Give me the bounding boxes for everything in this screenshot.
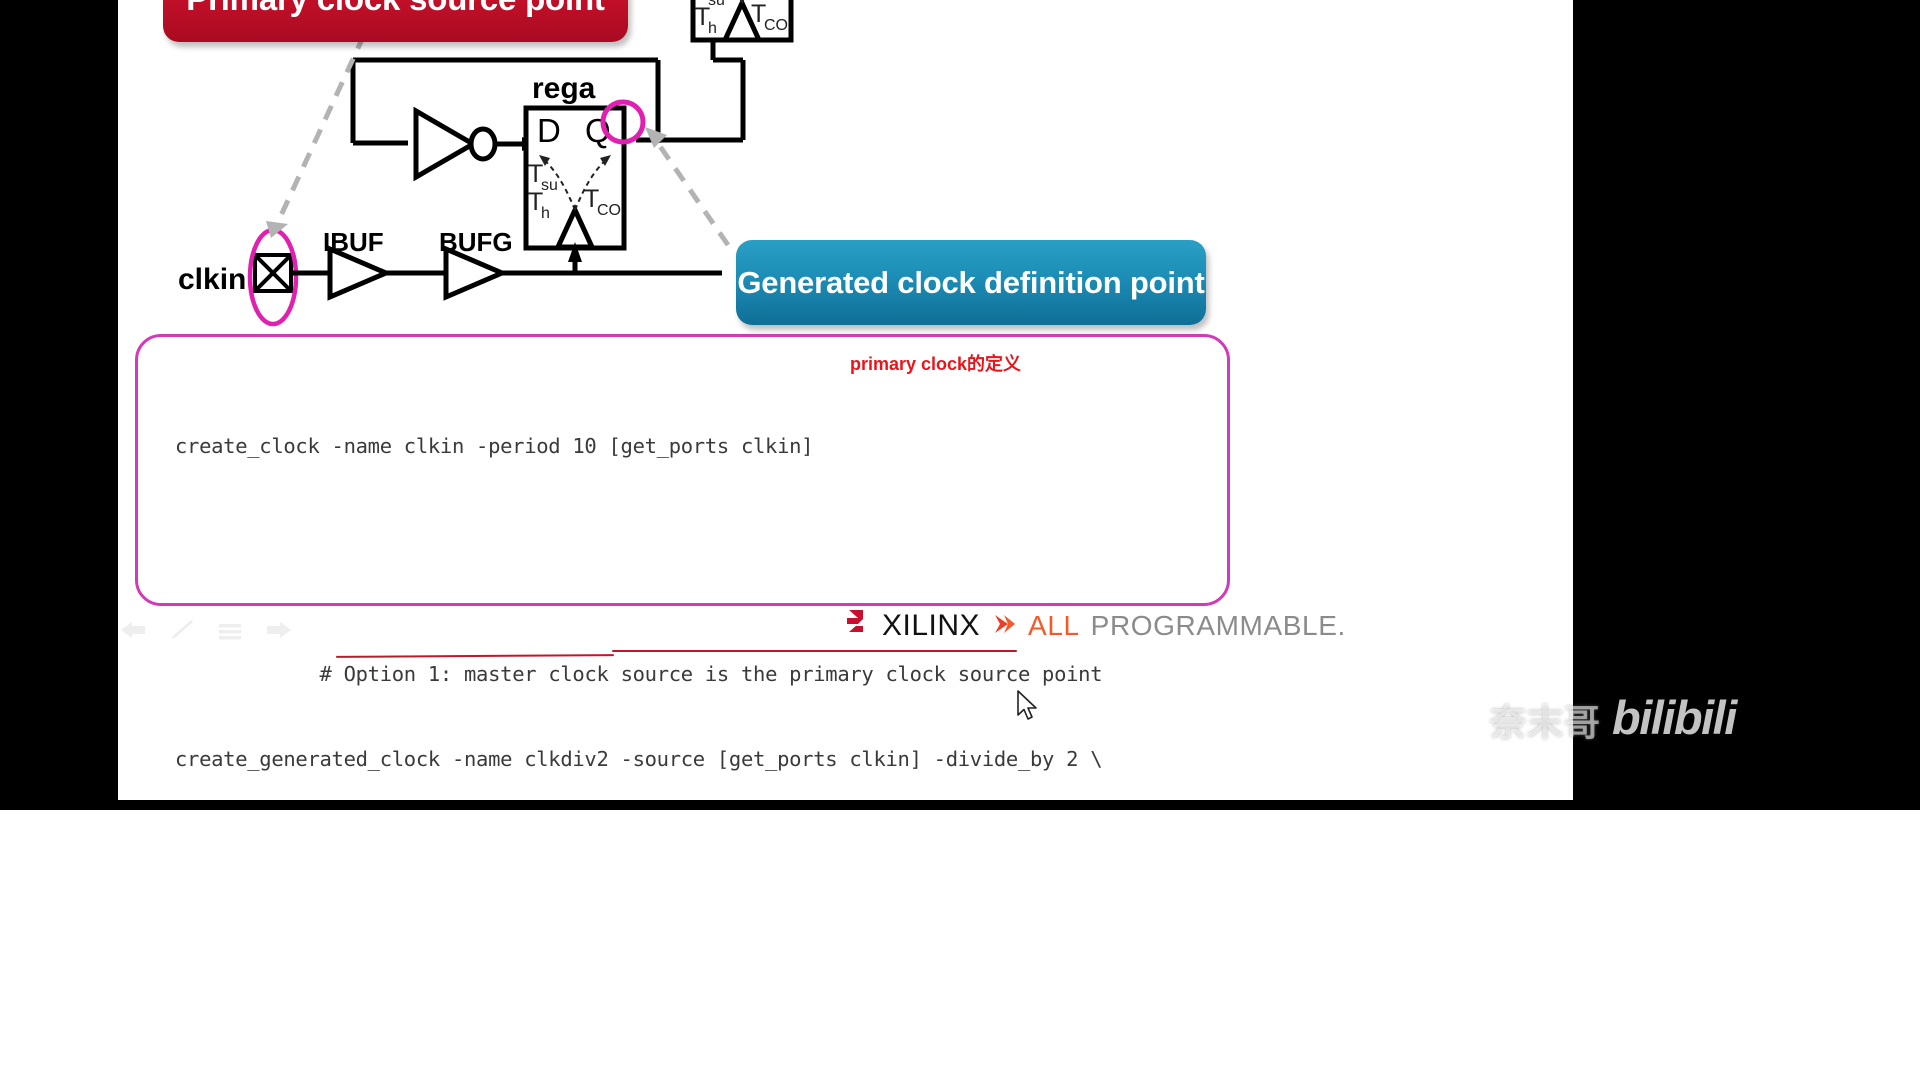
code-line: create_generated_clock -name clkdiv2 -so…: [175, 747, 1103, 771]
svg-text:h: h: [541, 205, 550, 222]
presenter-control-bar[interactable]: [118, 608, 348, 654]
xilinx-wordmark: XILINX: [882, 609, 981, 642]
arrow-left-icon[interactable]: [118, 619, 148, 643]
register-label-rega: rega: [532, 72, 596, 105]
bilibili-watermark: bilibili: [1612, 691, 1737, 744]
xilinx-logo-icon: [843, 608, 871, 645]
video-letterbox: D Q T su T h T CO su T h T CO rega IBUF …: [0, 0, 1920, 810]
primary-clock-annotation: primary clock的定义: [850, 354, 1022, 374]
inverter-gate: [413, 106, 538, 182]
xilinx-tagline-accent: ALL: [1028, 610, 1080, 641]
pen-icon[interactable]: [168, 619, 196, 643]
tcl-code-block: create_clock -name clkin -period 10 [get…: [175, 346, 1215, 800]
xilinx-brand-footer: XILINX ALL PROGRAMMABLE.: [843, 604, 1346, 648]
mouse-cursor-icon: [1016, 690, 1040, 729]
screen-root: D Q T su T h T CO su T h T CO rega IBUF …: [0, 0, 1920, 1080]
slide-canvas: D Q T su T h T CO su T h T CO rega IBUF …: [118, 0, 1573, 800]
svg-text:h: h: [708, 20, 717, 37]
clkin-label: clkin: [178, 263, 247, 296]
pen-underline-mark: [612, 650, 1017, 652]
svg-text:D: D: [537, 112, 561, 149]
svg-text:su: su: [708, 0, 725, 9]
chevron-right-icon: [991, 611, 1017, 642]
register-top-partial: T su T h T CO: [690, 0, 794, 43]
xilinx-tagline-rest: PROGRAMMABLE.: [1090, 610, 1346, 641]
svg-text:su: su: [541, 177, 558, 194]
register-rega: D Q T su T h T CO: [523, 105, 627, 251]
bufg-label: BUFG: [439, 227, 513, 257]
generated-callout-leader: [652, 137, 731, 247]
channel-watermark: 奈末哥: [1490, 702, 1602, 743]
pen-underline-mark: [335, 654, 615, 658]
svg-text:CO: CO: [597, 202, 621, 219]
ibuf-label: IBUF: [323, 227, 384, 257]
clkin-port: [253, 253, 293, 293]
tcl-constraints-card: create_clock -name clkin -period 10 [get…: [135, 334, 1230, 771]
primary-clock-source-callout: Primary clock source point: [163, 0, 628, 42]
menu-icon[interactable]: [216, 619, 244, 643]
arrow-right-icon[interactable]: [264, 619, 294, 643]
generated-clock-definition-callout: Generated clock definition point: [736, 240, 1206, 325]
code-line: create_clock -name clkin -period 10 [get…: [175, 433, 814, 458]
code-line-text: # Option 1: master clock source is the p…: [319, 661, 1103, 686]
svg-text:CO: CO: [764, 17, 788, 34]
